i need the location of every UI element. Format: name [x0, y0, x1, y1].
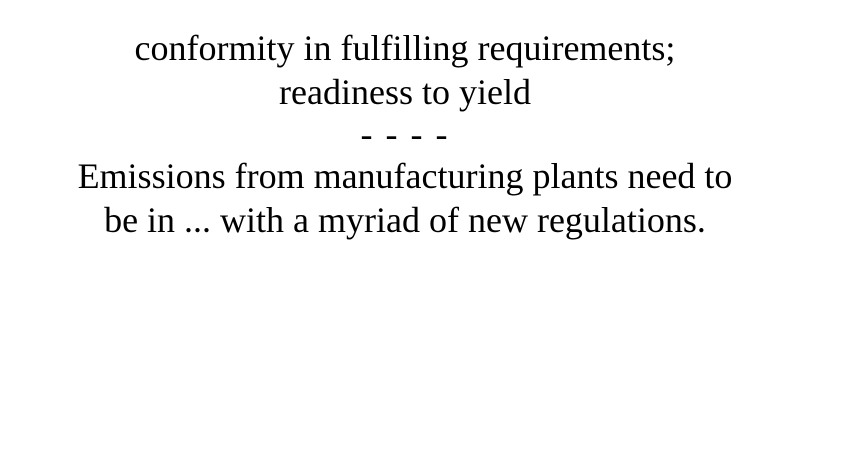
flashcard: conformity in fulfilling requirements; r… — [0, 0, 810, 475]
flashcard-page: { "card": { "definition_lines": [ "confo… — [0, 0, 850, 475]
example-sentence: Emissions from manufacturing plants need… — [0, 154, 810, 242]
example-line-1: Emissions from manufacturing plants need… — [77, 156, 733, 196]
definition-line-1: conformity in fulfilling requirements; — [134, 28, 676, 68]
example-line-2: be in ... with a myriad of new regulatio… — [104, 200, 706, 240]
definition: conformity in fulfilling requirements; r… — [0, 26, 810, 114]
definition-line-2: readiness to yield — [279, 72, 531, 112]
separator: - - - - — [360, 114, 450, 154]
